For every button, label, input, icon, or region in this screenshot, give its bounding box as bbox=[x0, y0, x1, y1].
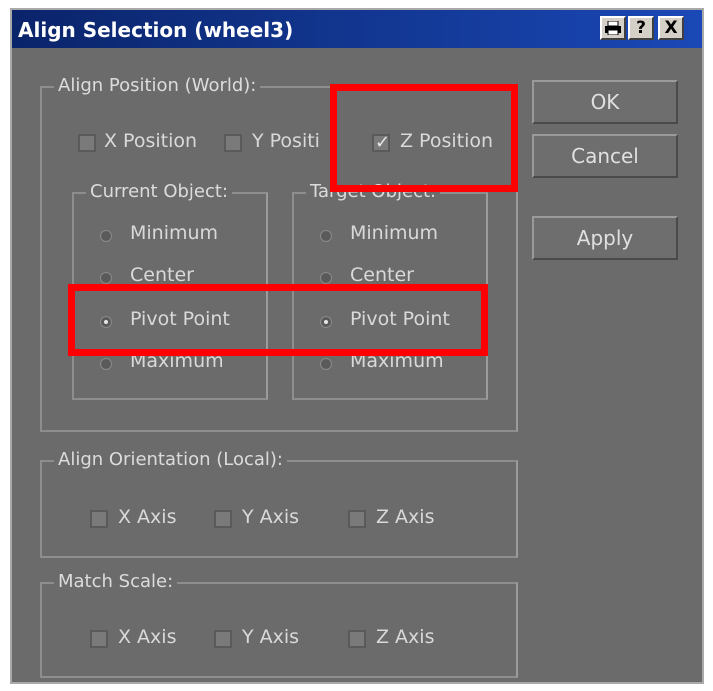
window-title: Align Selection (wheel3) bbox=[18, 18, 294, 42]
orientation-y-axis-checkbox[interactable] bbox=[214, 510, 232, 528]
y-position-checkbox[interactable] bbox=[224, 134, 242, 152]
scale-z-axis-label: Z Axis bbox=[376, 626, 435, 648]
match-scale-legend: Match Scale: bbox=[54, 571, 178, 592]
align-orientation-legend: Align Orientation (Local): bbox=[54, 449, 287, 470]
cancel-button[interactable]: Cancel bbox=[532, 134, 678, 178]
current-center-radio[interactable] bbox=[100, 272, 112, 284]
help-button[interactable]: ? bbox=[628, 16, 654, 40]
scale-x-axis-checkbox[interactable] bbox=[90, 630, 108, 648]
x-position-label: X Position bbox=[104, 130, 198, 152]
orientation-z-axis-checkbox[interactable] bbox=[348, 510, 366, 528]
ok-button[interactable]: OK bbox=[532, 80, 678, 124]
orientation-x-axis-checkbox[interactable] bbox=[90, 510, 108, 528]
current-object-legend: Current Object: bbox=[86, 181, 233, 202]
current-minimum-radio[interactable] bbox=[100, 230, 112, 242]
apply-button[interactable]: Apply bbox=[532, 216, 678, 260]
current-center-label: Center bbox=[130, 264, 194, 286]
x-position-checkbox[interactable] bbox=[78, 134, 96, 152]
scale-y-axis-label: Y Axis bbox=[242, 626, 300, 648]
orientation-x-axis-label: X Axis bbox=[118, 506, 177, 528]
orientation-z-axis-label: Z Axis bbox=[376, 506, 435, 528]
current-maximum-radio[interactable] bbox=[100, 358, 112, 370]
pivot-point-highlight bbox=[68, 284, 488, 356]
orientation-y-axis-label: Y Axis bbox=[242, 506, 300, 528]
align-orientation-group: Align Orientation (Local): X Axis Y Axis… bbox=[40, 449, 518, 558]
print-icon[interactable] bbox=[600, 16, 626, 40]
z-position-highlight bbox=[330, 84, 518, 192]
y-position-label: Y Positi bbox=[252, 130, 320, 152]
align-selection-dialog: Align Selection (wheel3) ? X Align Posit… bbox=[10, 8, 704, 684]
align-position-legend: Align Position (World): bbox=[54, 75, 261, 96]
scale-y-axis-checkbox[interactable] bbox=[214, 630, 232, 648]
close-button[interactable]: X bbox=[658, 16, 684, 40]
target-minimum-radio[interactable] bbox=[320, 230, 332, 242]
match-scale-group: Match Scale: X Axis Y Axis Z Axis bbox=[40, 571, 518, 678]
target-center-label: Center bbox=[350, 264, 414, 286]
scale-x-axis-label: X Axis bbox=[118, 626, 177, 648]
target-maximum-radio[interactable] bbox=[320, 358, 332, 370]
target-center-radio[interactable] bbox=[320, 272, 332, 284]
current-minimum-label: Minimum bbox=[130, 222, 219, 244]
dialog-body: Align Position (World): X Position Y Pos… bbox=[12, 48, 702, 682]
target-minimum-label: Minimum bbox=[350, 222, 439, 244]
title-bar[interactable]: Align Selection (wheel3) ? X bbox=[12, 10, 702, 48]
scale-z-axis-checkbox[interactable] bbox=[348, 630, 366, 648]
